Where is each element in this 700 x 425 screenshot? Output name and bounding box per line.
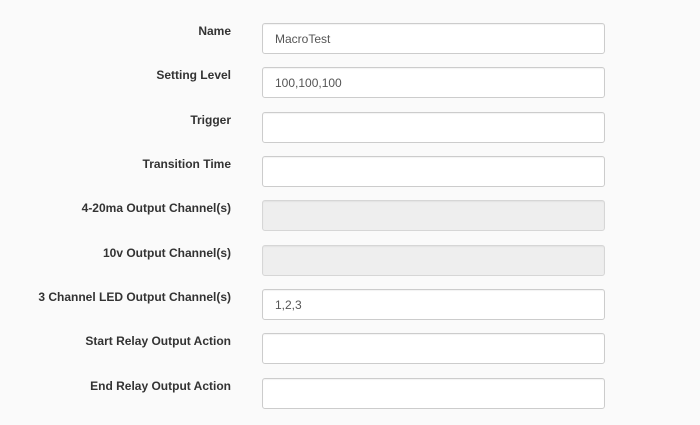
name-label: Name (198, 24, 231, 38)
start-relay-output-field[interactable] (262, 333, 605, 364)
form-row-end-relay-output: End Relay Output Action (0, 378, 700, 409)
transition-time-field[interactable] (262, 156, 605, 187)
end-relay-output-field[interactable] (262, 378, 605, 409)
form-row-10v-output: 10v Output Channel(s) (0, 245, 700, 276)
4-20ma-output-label: 4-20ma Output Channel(s) (81, 201, 231, 215)
form-row-name: Name (0, 23, 700, 54)
form-row-3-channel-led-output: 3 Channel LED Output Channel(s) (0, 289, 700, 320)
name-field[interactable] (262, 23, 605, 54)
form-row-4-20ma-output: 4-20ma Output Channel(s) (0, 200, 700, 231)
form-row-start-relay-output: Start Relay Output Action (0, 333, 700, 364)
end-relay-output-label: End Relay Output Action (90, 379, 231, 393)
setting-level-field[interactable] (262, 67, 605, 98)
macro-form: Name Setting Level Trigger Transition Ti… (0, 0, 700, 425)
3-channel-led-output-label: 3 Channel LED Output Channel(s) (38, 290, 231, 304)
4-20ma-output-field (262, 200, 605, 231)
trigger-field[interactable] (262, 112, 605, 143)
10v-output-field (262, 245, 605, 276)
3-channel-led-output-field[interactable] (262, 289, 605, 320)
form-row-setting-level: Setting Level (0, 67, 700, 98)
form-row-trigger: Trigger (0, 112, 700, 143)
trigger-label: Trigger (190, 113, 231, 127)
start-relay-output-label: Start Relay Output Action (85, 334, 231, 348)
transition-time-label: Transition Time (142, 157, 231, 171)
10v-output-label: 10v Output Channel(s) (102, 246, 231, 260)
form-row-transition-time: Transition Time (0, 156, 700, 187)
setting-level-label: Setting Level (156, 68, 231, 82)
